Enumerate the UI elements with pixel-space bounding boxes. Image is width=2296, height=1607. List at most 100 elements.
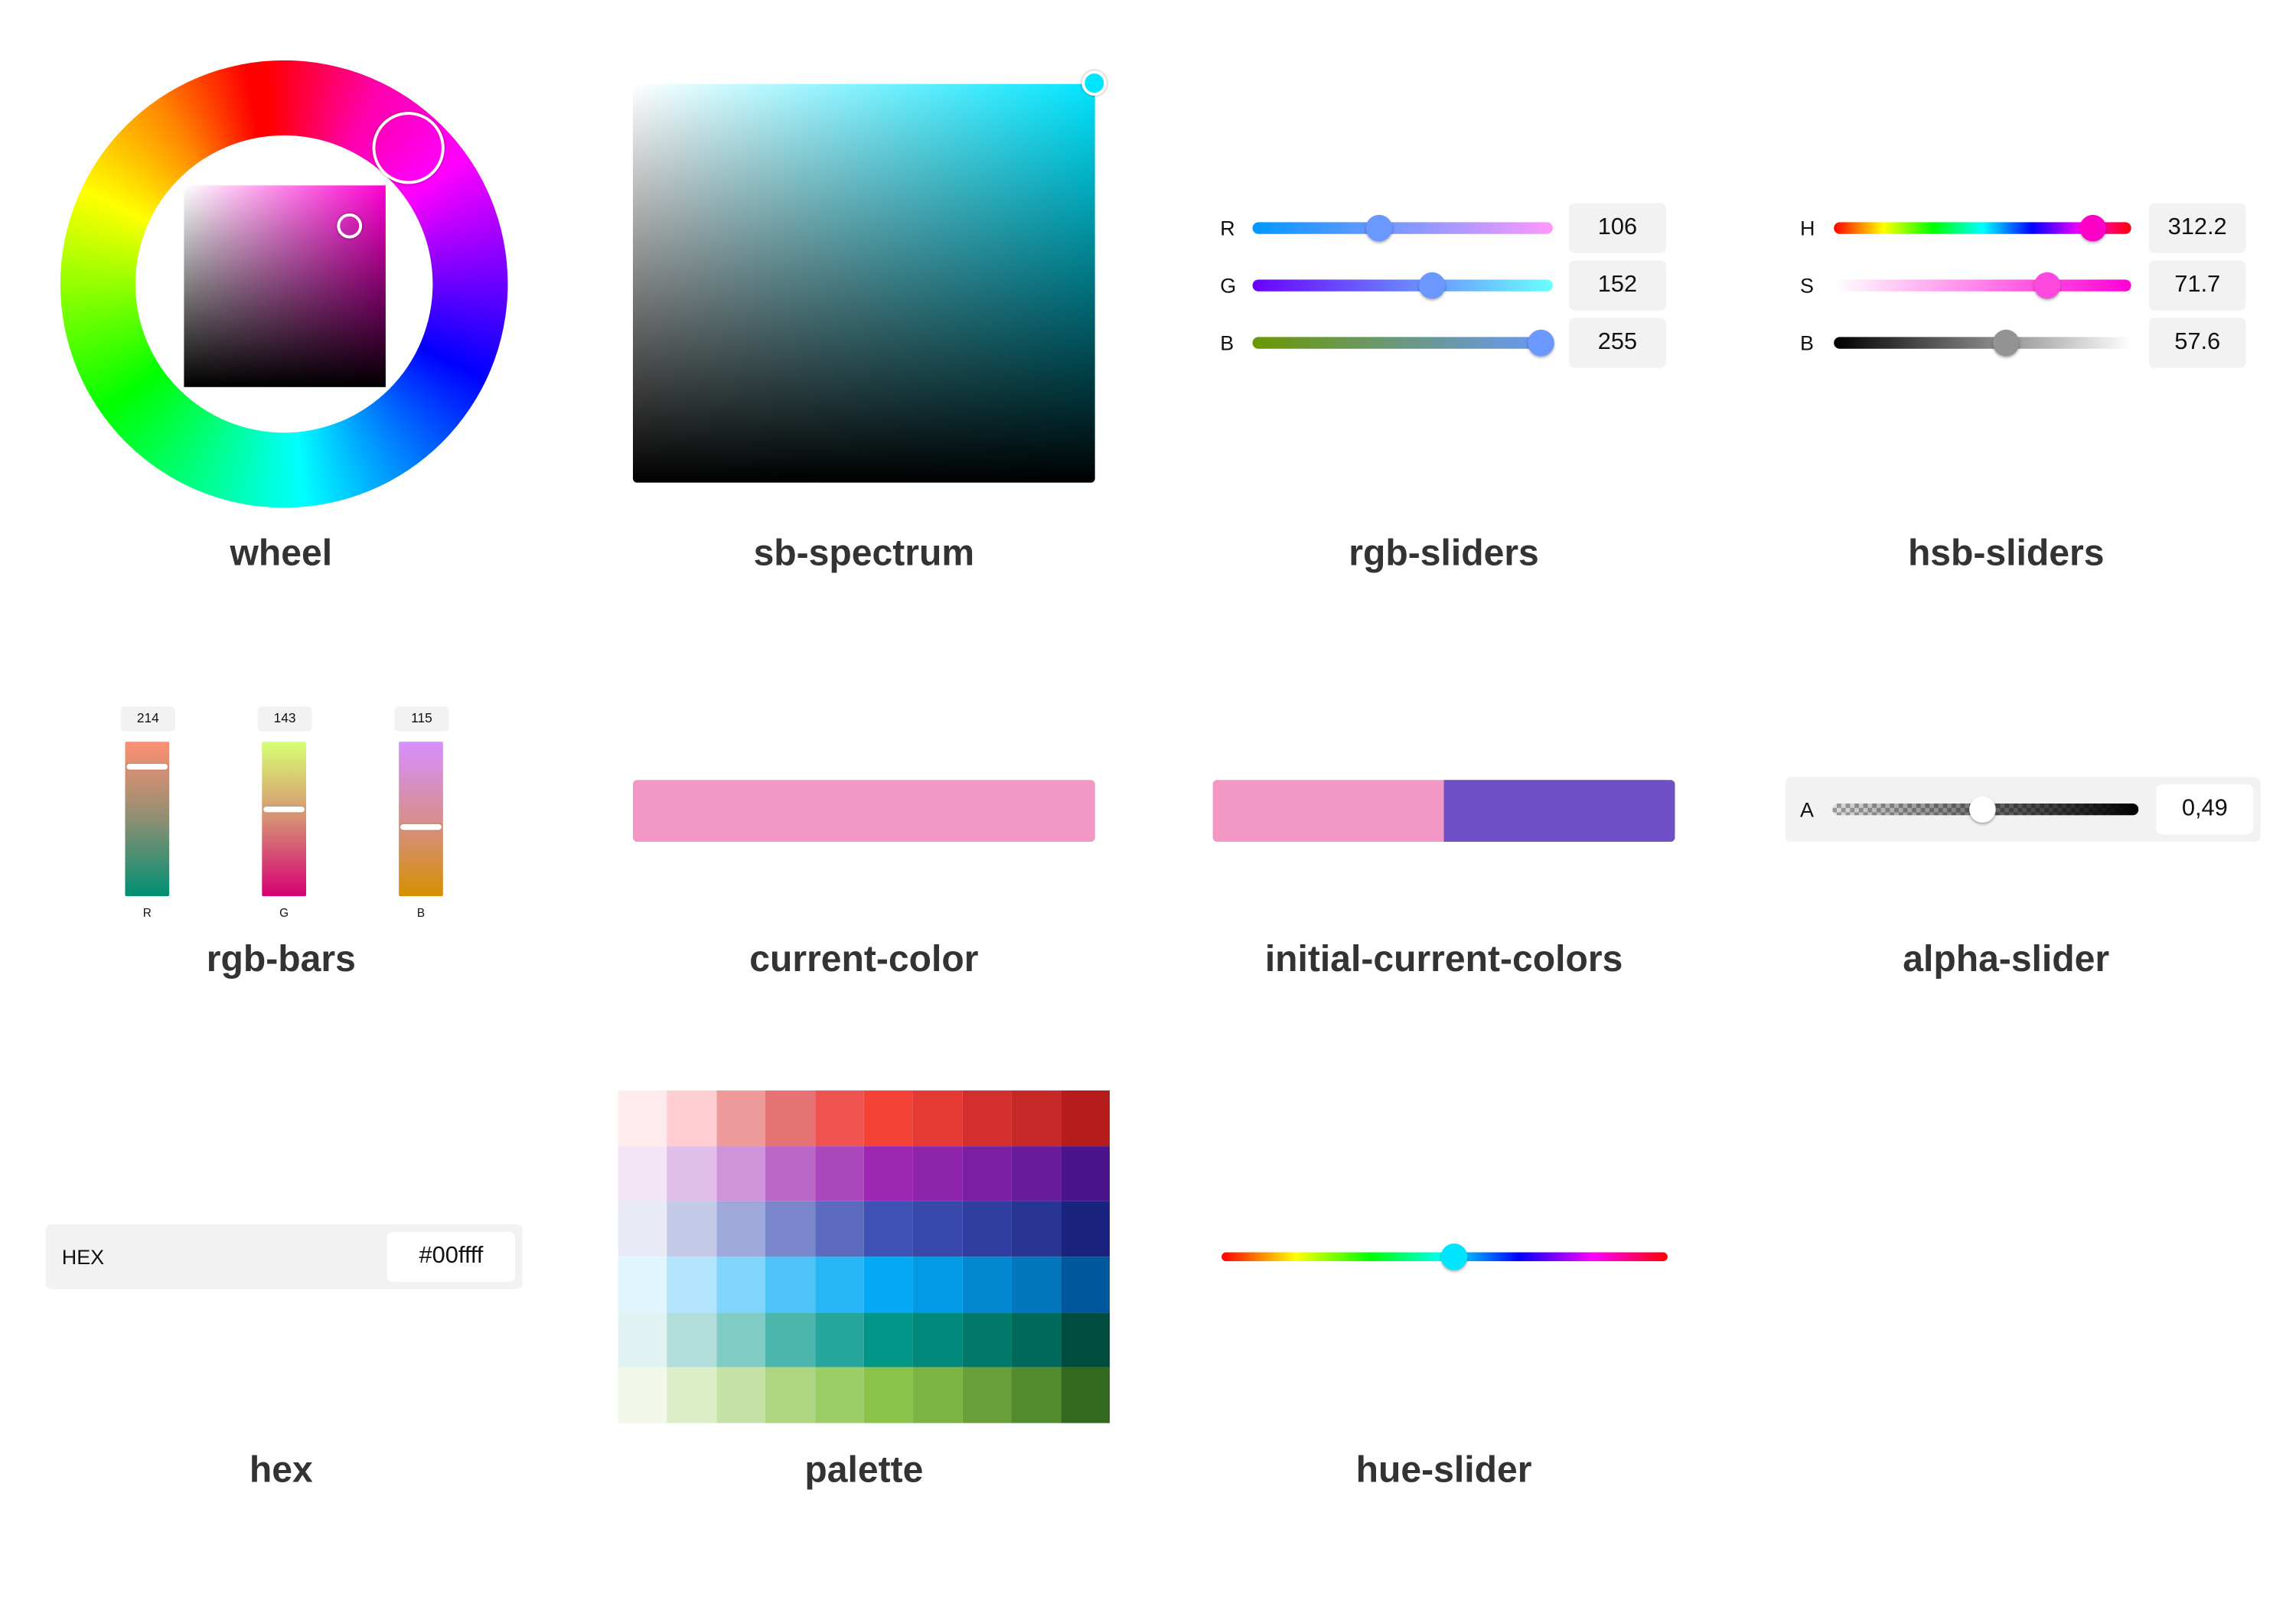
bar-b-handle[interactable] [400,823,442,830]
palette-swatch[interactable] [667,1312,717,1368]
initial-color-swatch[interactable] [1212,780,1444,843]
palette-swatch[interactable] [765,1257,815,1312]
rgb_sliders-value-input[interactable]: 152 [1569,260,1666,311]
rgb_sliders-track[interactable] [1252,337,1553,349]
palette-swatch[interactable] [716,1146,766,1201]
palette-swatch[interactable] [814,1146,864,1201]
bar-label-g: G [279,906,289,920]
rgb_sliders-thumb[interactable] [1419,272,1446,299]
palette-swatch[interactable] [863,1257,914,1312]
hsb_sliders-thumb[interactable] [1993,329,2020,357]
palette-swatch[interactable] [667,1146,717,1201]
hsb_sliders-thumb[interactable] [2079,214,2106,242]
palette-swatch[interactable] [618,1367,667,1423]
bar-b[interactable] [399,742,443,897]
rgb_sliders-label: G [1220,273,1237,298]
bar-g-handle[interactable] [263,806,305,813]
sb-spectrum-area[interactable] [632,83,1095,483]
rgb_sliders-track[interactable] [1252,279,1553,292]
hue-slider-thumb[interactable] [1440,1244,1467,1270]
wheel-hue-handle[interactable] [372,112,445,184]
rgb_sliders-thumb[interactable] [1365,214,1392,242]
hsb_sliders-value-input[interactable]: 71.7 [2148,260,2246,311]
palette-swatch[interactable] [1011,1257,1061,1312]
palette-swatch[interactable] [863,1090,914,1146]
caption-current-color: current-color [749,938,979,980]
alpha-thumb[interactable] [1968,796,1996,823]
caption-sb-spectrum: sb-spectrum [753,533,975,575]
palette-swatch[interactable] [814,1090,864,1146]
hsb_sliders-value-input[interactable]: 57.6 [2148,318,2246,368]
palette-swatch[interactable] [863,1201,914,1257]
rgb_sliders-thumb[interactable] [1527,329,1554,357]
palette-swatch[interactable] [618,1201,667,1257]
palette-swatch[interactable] [1011,1312,1061,1368]
palette-swatch[interactable] [716,1257,766,1312]
palette-swatch[interactable] [1011,1146,1061,1201]
bar-g[interactable] [262,742,307,897]
palette-swatch[interactable] [863,1312,914,1368]
palette-swatch[interactable] [1060,1146,1110,1201]
palette-swatch[interactable] [716,1312,766,1368]
bar-value-r[interactable]: 214 [120,706,175,732]
palette-swatch[interactable] [962,1257,1012,1312]
palette-swatch[interactable] [1011,1090,1061,1146]
palette-swatch[interactable] [667,1367,717,1423]
palette-swatch[interactable] [618,1312,667,1368]
palette-swatch[interactable] [863,1146,914,1201]
palette-swatch[interactable] [1060,1201,1110,1257]
palette-swatch[interactable] [765,1312,815,1368]
hex-input[interactable]: #00ffff [386,1231,516,1283]
palette-swatch[interactable] [814,1312,864,1368]
palette-swatch[interactable] [1060,1367,1110,1423]
palette-swatch[interactable] [716,1201,766,1257]
palette-swatch[interactable] [962,1312,1012,1368]
bar-value-b[interactable]: 115 [394,706,449,732]
palette-swatch[interactable] [863,1367,914,1423]
palette-swatch[interactable] [618,1146,667,1201]
rgb_sliders-value-input[interactable]: 255 [1569,318,1666,368]
hsb_sliders-thumb[interactable] [2034,272,2062,299]
palette-swatch[interactable] [667,1257,717,1312]
palette-grid [618,1090,1110,1423]
palette-swatch[interactable] [1060,1257,1110,1312]
palette-swatch[interactable] [716,1090,766,1146]
palette-swatch[interactable] [962,1090,1012,1146]
palette-swatch[interactable] [913,1312,963,1368]
palette-swatch[interactable] [913,1090,963,1146]
bar-r-handle[interactable] [126,764,168,770]
palette-swatch[interactable] [814,1201,864,1257]
rgb_sliders-track[interactable] [1252,222,1553,234]
palette-swatch[interactable] [716,1367,766,1423]
palette-swatch[interactable] [765,1367,815,1423]
palette-swatch[interactable] [962,1367,1012,1423]
bar-value-g[interactable]: 143 [257,706,312,732]
palette-swatch[interactable] [814,1257,864,1312]
wheel-sb-handle[interactable] [337,213,363,239]
hsb_sliders-value-input[interactable]: 312.2 [2148,203,2246,253]
palette-swatch[interactable] [913,1367,963,1423]
palette-swatch[interactable] [913,1257,963,1312]
palette-swatch[interactable] [618,1257,667,1312]
palette-swatch[interactable] [667,1201,717,1257]
palette-swatch[interactable] [765,1090,815,1146]
palette-swatch[interactable] [765,1201,815,1257]
palette-swatch[interactable] [765,1146,815,1201]
rgb_sliders-value-input[interactable]: 106 [1569,203,1666,253]
palette-swatch[interactable] [962,1146,1012,1201]
palette-swatch[interactable] [1011,1367,1061,1423]
palette-swatch[interactable] [962,1201,1012,1257]
hsb_sliders-track[interactable] [1834,279,2131,292]
sb-spectrum-handle[interactable] [1081,70,1107,96]
palette-swatch[interactable] [1011,1201,1061,1257]
palette-swatch[interactable] [913,1146,963,1201]
palette-swatch[interactable] [814,1367,864,1423]
palette-swatch[interactable] [1060,1090,1110,1146]
alpha-value-input[interactable]: 0,49 [2156,784,2254,835]
hsb_sliders-track[interactable] [1834,337,2131,349]
palette-swatch[interactable] [667,1090,717,1146]
palette-swatch[interactable] [1060,1312,1110,1368]
palette-swatch[interactable] [913,1201,963,1257]
bar-r[interactable] [125,742,170,897]
palette-swatch[interactable] [618,1090,667,1146]
